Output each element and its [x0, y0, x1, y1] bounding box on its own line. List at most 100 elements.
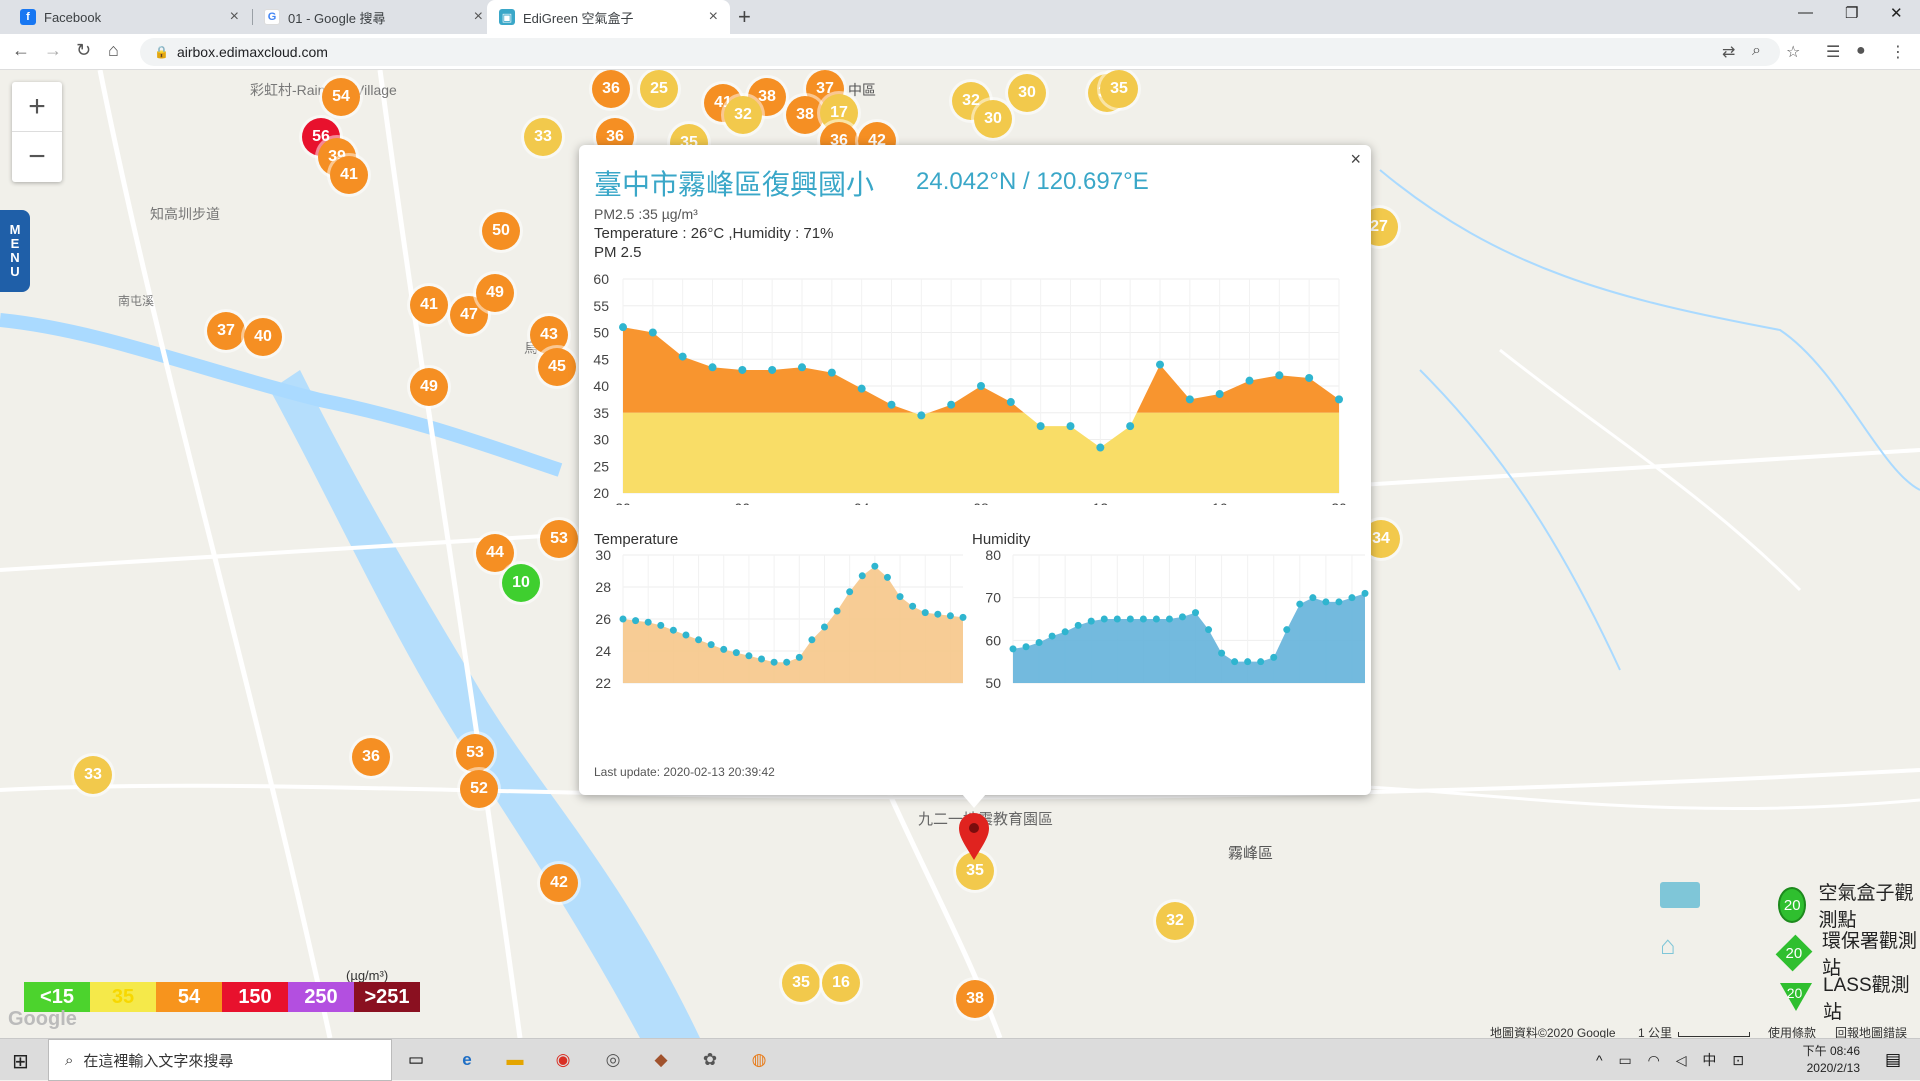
- close-tab-icon[interactable]: ×: [474, 8, 483, 26]
- pm25-marker[interactable]: 38: [786, 96, 824, 134]
- station-info-popup: × 臺中市霧峰區復興國小 24.042°N / 120.697°E PM2.5 …: [579, 145, 1371, 795]
- profile-icon[interactable]: ●: [1856, 42, 1866, 60]
- series-point: [1113, 615, 1121, 623]
- pm25-marker[interactable]: 35: [1100, 70, 1138, 108]
- series-point: [795, 653, 803, 661]
- station-type-airbox[interactable]: 20 空氣盒子觀測點: [1778, 878, 1920, 932]
- series-point: [1231, 658, 1239, 666]
- series-point: [1035, 638, 1043, 646]
- terms-link[interactable]: 使用條款: [1768, 1024, 1816, 1038]
- home-icon[interactable]: ⌂: [108, 40, 119, 61]
- pm25-marker[interactable]: 38: [956, 980, 994, 1018]
- pm25-marker[interactable]: 33: [524, 118, 562, 156]
- bookmark-star-icon[interactable]: ☆: [1786, 42, 1800, 62]
- pm25-marker[interactable]: 35: [782, 964, 820, 1002]
- pm25-marker[interactable]: 30: [1008, 74, 1046, 112]
- pm25-marker[interactable]: 49: [410, 368, 448, 406]
- taskbar-search[interactable]: ⌕ 在這裡輸入文字來搜尋: [48, 1039, 392, 1081]
- series-point: [1009, 645, 1017, 653]
- close-popup-button[interactable]: ×: [1350, 149, 1361, 170]
- reload-icon[interactable]: ↻: [76, 40, 91, 61]
- pm25-point: [768, 365, 777, 374]
- translate-icon[interactable]: ⇄: [1722, 42, 1735, 62]
- forward-icon[interactable]: →: [44, 40, 62, 61]
- pm25-marker[interactable]: 54: [322, 78, 360, 116]
- pm25-marker[interactable]: 42: [540, 864, 578, 902]
- y-tick-label: 30: [595, 547, 611, 563]
- pm25-marker[interactable]: 10: [502, 564, 540, 602]
- pm25-marker[interactable]: 32: [724, 96, 762, 134]
- system-tray[interactable]: ^ ▭ ◠ ◁ 中 ⊡: [1596, 1050, 1750, 1070]
- browser-menu-icon[interactable]: ⋮: [1890, 42, 1906, 62]
- pm25-marker[interactable]: 45: [538, 348, 576, 386]
- series-point: [858, 572, 866, 580]
- pm25-marker[interactable]: 37: [207, 312, 245, 350]
- pm25-marker[interactable]: 16: [822, 964, 860, 1002]
- restore-icon[interactable]: ❐: [1845, 4, 1858, 22]
- map-canvas[interactable]: 彩虹村-Rainbow Village 知高圳步道 中區 九二一地震教育園區 霧…: [0, 70, 1920, 1038]
- notification-icon[interactable]: ▤: [1880, 1047, 1906, 1073]
- series-area: [623, 566, 963, 683]
- report-error-link[interactable]: 回報地圖錯誤: [1835, 1024, 1907, 1038]
- browser-tab-strip: f Facebook × G 01 - Google 搜尋 × ▣ EdiGre…: [0, 0, 1920, 34]
- windows-taskbar: ⊞ ⌕ 在這裡輸入文字來搜尋 ▭ e ▬ ◉ ◎ ◆ ✿ ◍ ^ ▭ ◠ ◁ 中…: [0, 1038, 1920, 1081]
- close-tab-icon[interactable]: ×: [709, 8, 718, 26]
- pm25-marker[interactable]: 30: [974, 100, 1012, 138]
- app-icon[interactable]: ✿: [697, 1047, 723, 1073]
- minimize-icon[interactable]: —: [1798, 4, 1813, 21]
- blender-icon[interactable]: ◍: [746, 1047, 772, 1073]
- station-name: 臺中市霧峰區復興國小: [594, 169, 875, 200]
- reading-list-icon[interactable]: ☰: [1826, 42, 1840, 62]
- task-view-icon[interactable]: ▭: [403, 1047, 429, 1073]
- file-explorer-icon[interactable]: ▬: [502, 1047, 528, 1073]
- pm25-marker[interactable]: 36: [352, 738, 390, 776]
- zoom-in-button[interactable]: +: [12, 82, 62, 132]
- series-point: [1322, 598, 1330, 606]
- app-icon[interactable]: ◎: [600, 1047, 626, 1073]
- pm25-marker[interactable]: 32: [1156, 902, 1194, 940]
- series-point: [644, 618, 652, 626]
- close-tab-icon[interactable]: ×: [230, 8, 239, 26]
- pm25-marker[interactable]: 52: [460, 770, 498, 808]
- pm25-marker[interactable]: 44: [476, 534, 514, 572]
- pm25-marker[interactable]: 53: [540, 520, 578, 558]
- new-tab-button[interactable]: +: [738, 4, 751, 30]
- edge-icon[interactable]: e: [454, 1047, 480, 1073]
- app-icon[interactable]: ◆: [648, 1047, 674, 1073]
- series-point: [1192, 609, 1200, 617]
- pm25-marker[interactable]: 36: [592, 70, 630, 108]
- y-tick-label: 55: [593, 298, 609, 314]
- tab-facebook[interactable]: f Facebook ×: [8, 0, 251, 34]
- series-point: [1309, 594, 1317, 602]
- humidity-chart: 50 60 70 80: [985, 547, 1369, 691]
- clock[interactable]: 下午 08:46 2020/2/13: [1803, 1043, 1860, 1077]
- location-pin-icon[interactable]: [957, 812, 991, 862]
- series-point: [1178, 613, 1186, 621]
- series-point: [732, 649, 740, 657]
- tab-google-search[interactable]: G 01 - Google 搜尋 ×: [252, 0, 495, 34]
- map-label: 知高圳步道: [150, 206, 220, 222]
- pm25-marker[interactable]: 53: [456, 734, 494, 772]
- legend-item: 54: [156, 982, 222, 1012]
- tab-edigreen[interactable]: ▣ EdiGreen 空氣盒子 ×: [487, 0, 730, 34]
- pm25-marker[interactable]: 49: [476, 274, 514, 312]
- y-tick-label: 50: [985, 675, 1001, 691]
- address-bar[interactable]: 🔒 airbox.edimaxcloud.com: [140, 38, 1780, 66]
- station-coordinates: 24.042°N / 120.697°E: [916, 168, 1149, 195]
- menu-button[interactable]: M E N U: [0, 210, 30, 292]
- pm25-point: [1335, 395, 1343, 404]
- pm25-marker[interactable]: 50: [482, 212, 520, 250]
- pm25-marker[interactable]: 25: [640, 70, 678, 108]
- station-type-lass[interactable]: 20 LASS觀測站: [1778, 970, 1920, 1024]
- back-icon[interactable]: ←: [12, 40, 30, 61]
- zoom-out-button[interactable]: −: [12, 132, 62, 182]
- pm25-marker[interactable]: 33: [74, 756, 112, 794]
- pm25-marker[interactable]: 41: [410, 286, 448, 324]
- pm25-marker[interactable]: 41: [330, 156, 368, 194]
- pm25-marker[interactable]: 40: [244, 318, 282, 356]
- windows-start-icon[interactable]: ⊞: [12, 1049, 29, 1074]
- zoom-icon[interactable]: ⌕: [1752, 42, 1761, 60]
- chrome-icon[interactable]: ◉: [550, 1047, 576, 1073]
- series-point: [1205, 626, 1213, 634]
- close-window-icon[interactable]: ✕: [1890, 4, 1903, 22]
